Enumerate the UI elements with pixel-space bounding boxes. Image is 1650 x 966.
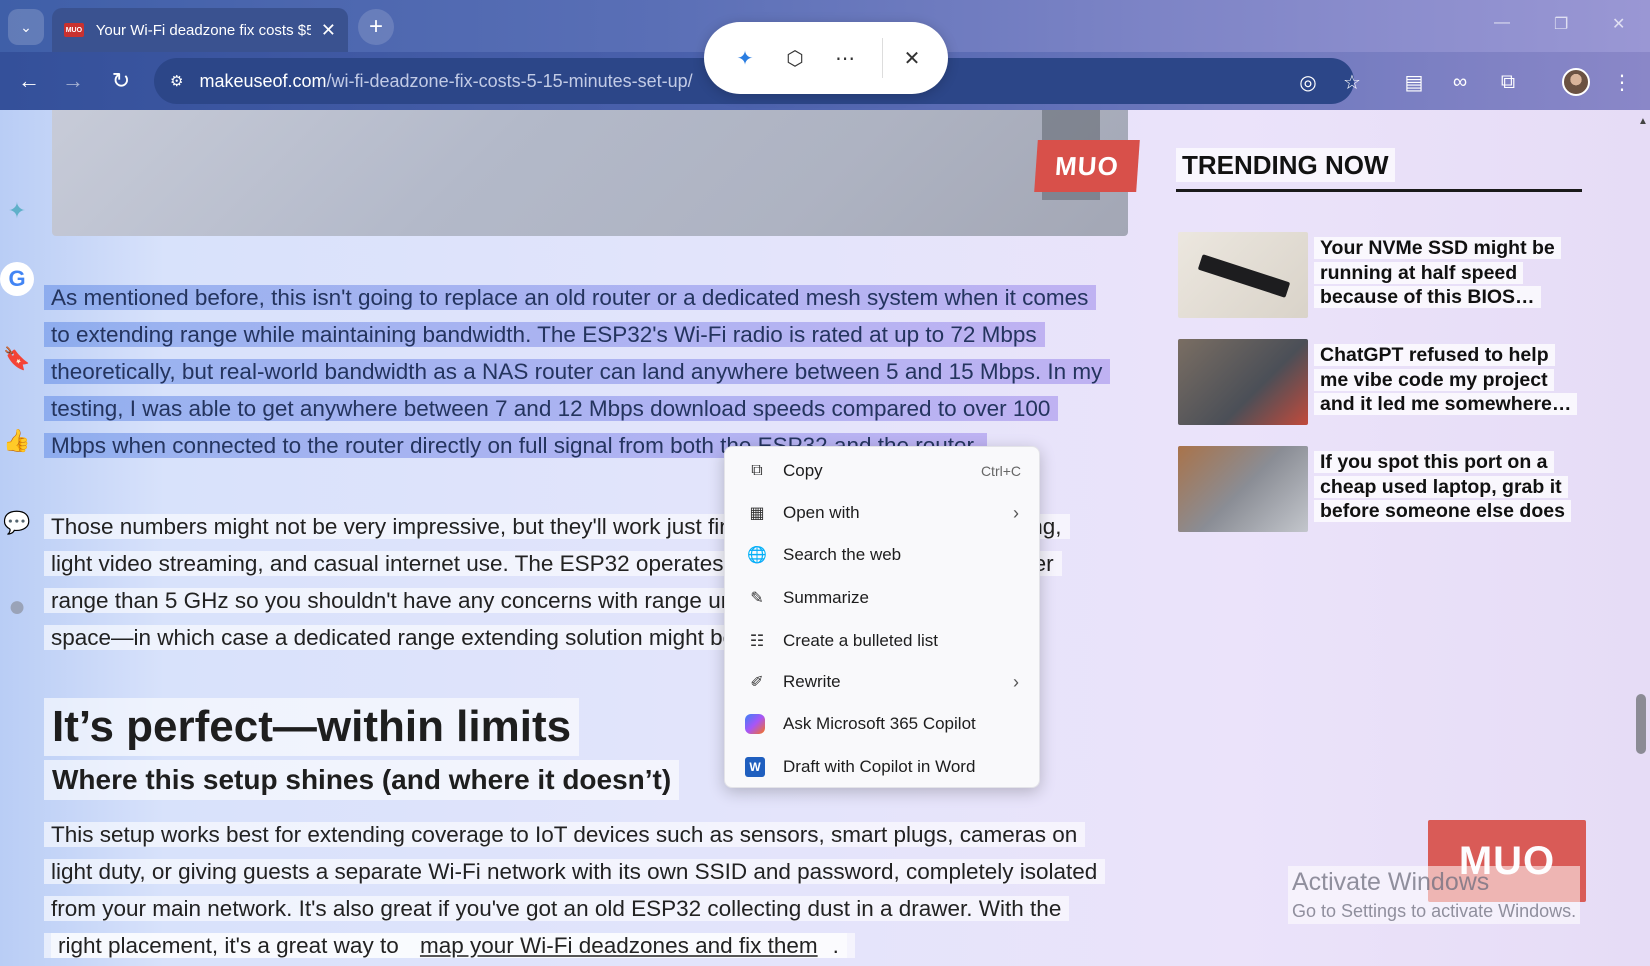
menu-item-label: Draft with Copilot in Word	[783, 757, 976, 776]
context-menu: ⧉ Copy Ctrl+C ▦ Open with › 🌐 Search the…	[724, 446, 1040, 788]
selected-paragraph[interactable]: As mentioned before, this isn't going to…	[44, 280, 1134, 465]
forward-button[interactable]: →	[56, 64, 90, 98]
activate-windows-subtitle: Go to Settings to activate Windows.	[1292, 901, 1577, 921]
rewrite-icon: ✐	[750, 674, 764, 691]
thumbs-up-icon[interactable]: 👍	[0, 424, 34, 458]
section-subheading: Where this setup shines (and where it do…	[44, 760, 680, 800]
reload-button[interactable]: ↻	[104, 64, 138, 98]
menu-item-summarize[interactable]: ✎ Summarize	[725, 578, 1041, 618]
scrollbar-thumb[interactable]	[1636, 694, 1646, 754]
article-paragraph: This setup works best for extending cove…	[44, 816, 1134, 964]
paragraph-line: This setup works best for extending cove…	[44, 816, 1134, 853]
pill-divider	[882, 38, 883, 78]
selected-line: testing, I was able to get anywhere betw…	[44, 391, 1134, 427]
copy-icon: ⧉	[751, 462, 763, 479]
site-info-icon[interactable]: ⚙	[170, 72, 183, 90]
bulleted-list-icon: ☷	[749, 633, 765, 650]
globe-icon: 🌐	[747, 547, 767, 564]
google-icon[interactable]: G	[0, 262, 34, 296]
menu-item-shortcut: Ctrl+C	[980, 463, 1021, 479]
trending-item[interactable]: ChatGPT refused to help me vibe code my …	[1178, 339, 1578, 425]
selected-line: to extending range while maintaining ban…	[44, 317, 1134, 353]
selected-line: theoretically, but real-world bandwidth …	[44, 354, 1134, 390]
menu-item-ask-copilot[interactable]: Ask Microsoft 365 Copilot	[725, 704, 1041, 744]
tab-list-button[interactable]: ⌄	[8, 9, 44, 45]
copilot-logo-icon[interactable]: ⬡	[778, 41, 812, 75]
trending-title[interactable]: Your NVMe SSD might be running at half s…	[1314, 236, 1578, 310]
more-options-icon[interactable]: ⋯	[828, 41, 862, 75]
activate-windows-title: Activate Windows	[1292, 868, 1490, 896]
paragraph-line: light duty, or giving guests a separate …	[44, 853, 1134, 890]
chevron-right-icon: ›	[1013, 502, 1019, 523]
menu-item-label: Create a bulleted list	[783, 631, 938, 650]
close-window-icon[interactable]: ✕	[1612, 14, 1625, 34]
trending-thumbnail[interactable]	[1178, 232, 1308, 318]
extension-glasses-icon[interactable]: ∞	[1444, 66, 1476, 98]
eye-slash-icon[interactable]: ◎	[1292, 66, 1324, 98]
reading-mode-icon[interactable]: ▤	[1398, 66, 1430, 98]
trending-item[interactable]: If you spot this port on a cheap used la…	[1178, 446, 1578, 532]
chevron-down-icon: ⌄	[20, 18, 32, 35]
m365-copilot-icon	[745, 714, 765, 734]
menu-item-rewrite[interactable]: ✐ Rewrite ›	[725, 662, 1041, 702]
tab-title: Your Wi-Fi deadzone fix costs $5	[95, 21, 311, 39]
back-arrow-icon: ←	[18, 68, 40, 93]
copilot-floating-toolbar: ✦ ⬡ ⋯ ✕	[704, 22, 948, 94]
menu-item-draft-word[interactable]: W Draft with Copilot in Word	[725, 747, 1041, 787]
bookmark-icon[interactable]: 🔖	[0, 342, 34, 376]
extensions-puzzle-icon[interactable]: ⧉	[1492, 66, 1524, 98]
summarize-icon: ✎	[750, 590, 764, 607]
menu-item-label: Summarize	[783, 588, 869, 607]
hero-image: MUO	[52, 110, 1140, 236]
selected-line: As mentioned before, this isn't going to…	[44, 280, 1134, 316]
menu-item-label: Copy	[783, 461, 823, 480]
close-icon[interactable]: ✕	[895, 41, 929, 75]
trending-title[interactable]: If you spot this port on a cheap used la…	[1314, 450, 1578, 524]
menu-item-search-web[interactable]: 🌐 Search the web	[725, 535, 1041, 575]
trending-thumbnail[interactable]	[1178, 446, 1308, 532]
reload-icon: ↻	[111, 68, 131, 93]
chevron-right-icon: ›	[1013, 671, 1019, 692]
restore-icon[interactable]: ❐	[1554, 14, 1568, 34]
url-path: /wi-fi-deadzone-fix-costs-5-15-minutes-s…	[326, 70, 693, 91]
paragraph-line: from your main network. It's also great …	[44, 890, 1134, 927]
menu-item-bulleted-list[interactable]: ☷ Create a bulleted list	[725, 621, 1041, 661]
tab-close-button[interactable]: ✕	[321, 20, 336, 41]
edge-sidebar: ✦ G 🔖 👍 💬 ●	[0, 110, 40, 966]
trending-title[interactable]: ChatGPT refused to help me vibe code my …	[1314, 343, 1578, 417]
menu-item-label: Search the web	[783, 545, 902, 564]
new-tab-button[interactable]: +	[358, 9, 394, 45]
section-heading: It’s perfect—within limits	[44, 698, 580, 756]
trending-heading: TRENDING NOW	[1176, 148, 1582, 192]
menu-item-label: Open with	[783, 503, 860, 522]
copilot-sparkle-icon[interactable]: ✦	[728, 41, 762, 75]
deadzone-link[interactable]: map your Wi-Fi deadzones and fix them	[412, 933, 826, 958]
chat-icon[interactable]: 💬	[0, 506, 34, 540]
menu-item-label: Rewrite	[783, 672, 841, 691]
open-with-icon: ▦	[749, 505, 765, 522]
forward-arrow-icon: →	[62, 68, 84, 93]
muo-logo: MUO	[1034, 140, 1140, 192]
url-host: makeuseof.com	[199, 70, 327, 91]
word-icon: W	[745, 757, 765, 777]
sparkle-icon[interactable]: ✦	[0, 194, 34, 228]
tab-favicon: MUO	[64, 23, 84, 37]
activate-windows-watermark: Activate Windows Go to Settings to activ…	[1288, 866, 1581, 924]
menu-item-open-with[interactable]: ▦ Open with ›	[725, 493, 1041, 533]
more-menu-icon[interactable]: ⋮	[1606, 66, 1638, 98]
paragraph-line: right placement, it's a great way to map…	[44, 927, 1134, 964]
bookmark-star-icon[interactable]: ☆	[1336, 66, 1368, 98]
back-button[interactable]: ←	[12, 64, 46, 98]
tab-active[interactable]: MUO Your Wi-Fi deadzone fix costs $5 ✕	[52, 8, 348, 52]
menu-item-label: Ask Microsoft 365 Copilot	[783, 714, 976, 733]
trending-thumbnail[interactable]	[1178, 339, 1308, 425]
menu-item-copy[interactable]: ⧉ Copy Ctrl+C	[725, 451, 1041, 491]
trending-item[interactable]: Your NVMe SSD might be running at half s…	[1178, 232, 1578, 318]
minimize-icon[interactable]: —	[1494, 14, 1510, 32]
profile-avatar[interactable]	[1562, 68, 1590, 96]
scroll-up-arrow-icon[interactable]: ▲	[1638, 116, 1648, 127]
user-icon[interactable]: ●	[0, 590, 34, 624]
